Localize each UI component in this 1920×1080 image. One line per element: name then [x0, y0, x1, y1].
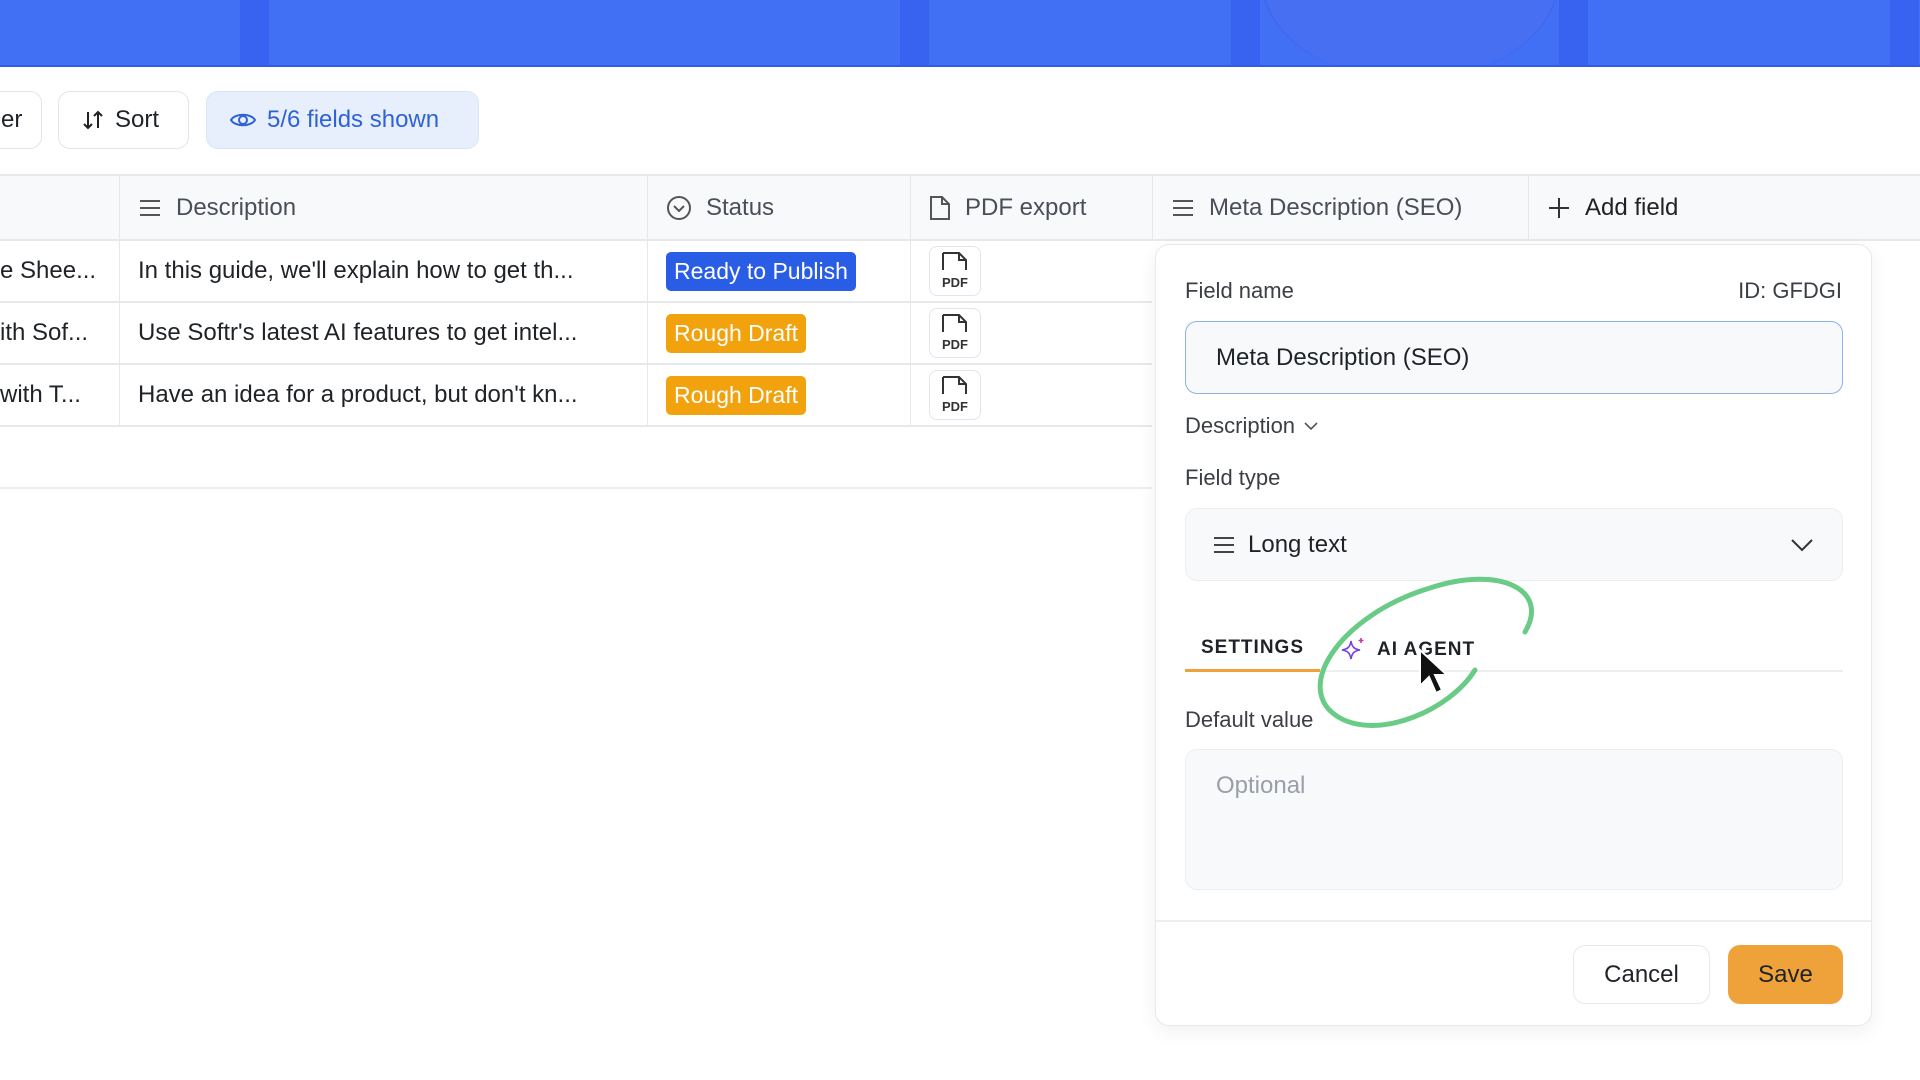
pdf-file-icon[interactable]: PDF: [929, 308, 981, 358]
sort-icon: [81, 108, 105, 132]
default-value-label: Default value: [1185, 707, 1313, 733]
column-label: Status: [706, 194, 774, 222]
column-label: Meta Description (SEO): [1209, 194, 1462, 222]
description-toggle-label: Description: [1185, 413, 1295, 439]
description-toggle[interactable]: Description: [1185, 413, 1319, 439]
save-button[interactable]: Save: [1728, 945, 1843, 1004]
table-header: Description Status PDF export Meta Descr…: [0, 174, 1920, 241]
pdf-file-icon[interactable]: PDF: [929, 246, 981, 296]
cancel-label: Cancel: [1604, 961, 1679, 989]
svg-text:PDF: PDF: [942, 399, 968, 414]
divider: [0, 487, 1152, 489]
table-row[interactable]: ith Sof... Use Softr's latest AI feature…: [0, 303, 1152, 365]
field-name-input[interactable]: Meta Description (SEO): [1185, 321, 1843, 394]
filter-label: er: [1, 106, 22, 134]
pdf-file-icon[interactable]: PDF: [929, 370, 981, 420]
sort-label: Sort: [115, 106, 159, 134]
table-row[interactable]: with T... Have an idea for a product, bu…: [0, 365, 1152, 427]
footer-divider: [1156, 920, 1871, 922]
svg-text:PDF: PDF: [942, 275, 968, 290]
table-row[interactable]: e Shee... In this guide, we'll explain h…: [0, 241, 1152, 303]
title-cell[interactable]: with T...: [0, 365, 119, 425]
cell-text: ith Sof...: [0, 319, 88, 347]
status-cell[interactable]: Ready to Publish: [647, 241, 910, 301]
status-icon: [666, 195, 692, 221]
cancel-button[interactable]: Cancel: [1573, 945, 1710, 1004]
default-value-textarea[interactable]: Optional: [1185, 749, 1843, 890]
cell-text: Have an idea for a product, but don't kn…: [138, 381, 578, 409]
sort-button[interactable]: Sort: [58, 91, 189, 149]
svg-text:PDF: PDF: [942, 337, 968, 352]
status-cell[interactable]: Rough Draft: [647, 365, 910, 425]
field-name-label: Field name: [1185, 278, 1294, 304]
save-label: Save: [1758, 961, 1813, 989]
column-header-meta-description[interactable]: Meta Description (SEO): [1152, 176, 1528, 239]
plus-icon: [1547, 196, 1571, 220]
long-text-icon: [1171, 198, 1195, 218]
column-header-status[interactable]: Status: [647, 176, 910, 239]
long-text-icon: [138, 198, 162, 218]
field-name-value: Meta Description (SEO): [1216, 344, 1469, 372]
cell-text: e Shee...: [0, 257, 96, 285]
description-cell[interactable]: Have an idea for a product, but don't kn…: [119, 365, 647, 425]
status-badge: Ready to Publish: [666, 252, 856, 291]
chevron-down-icon: [1790, 538, 1814, 552]
title-cell[interactable]: e Shee...: [0, 241, 119, 301]
eye-icon: [229, 108, 257, 132]
pdf-export-cell[interactable]: PDF: [910, 303, 1152, 363]
status-cell[interactable]: Rough Draft: [647, 303, 910, 363]
status-badge: Rough Draft: [666, 314, 806, 353]
file-icon: [929, 195, 951, 221]
pdf-export-cell[interactable]: PDF: [910, 365, 1152, 425]
chevron-down-icon: [1303, 421, 1319, 431]
top-banner: [0, 0, 1920, 67]
cell-text: Use Softr's latest AI features to get in…: [138, 319, 577, 347]
column-label: Add field: [1585, 194, 1678, 222]
field-id: ID: GFDGI: [1738, 278, 1842, 304]
title-cell[interactable]: ith Sof...: [0, 303, 119, 363]
filter-button[interactable]: er: [0, 91, 42, 149]
field-type-value: Long text: [1248, 531, 1347, 559]
status-badge: Rough Draft: [666, 376, 806, 415]
cell-text: In this guide, we'll explain how to get …: [138, 257, 574, 285]
default-value-placeholder: Optional: [1216, 772, 1305, 800]
description-cell[interactable]: In this guide, we'll explain how to get …: [119, 241, 647, 301]
add-field-button[interactable]: Add field: [1528, 176, 1920, 239]
column-label: PDF export: [965, 194, 1086, 222]
fields-shown-button[interactable]: 5/6 fields shown: [206, 91, 479, 149]
pdf-export-cell[interactable]: PDF: [910, 241, 1152, 301]
fields-shown-label: 5/6 fields shown: [267, 106, 439, 134]
description-cell[interactable]: Use Softr's latest AI features to get in…: [119, 303, 647, 363]
field-type-label: Field type: [1185, 465, 1280, 491]
column-label: Description: [176, 194, 296, 222]
column-header-description[interactable]: Description: [119, 176, 647, 239]
mouse-cursor-icon: [1418, 648, 1454, 696]
tab-label: SETTINGS: [1201, 637, 1304, 659]
cell-text: with T...: [0, 381, 81, 409]
column-header-pdf-export[interactable]: PDF export: [910, 176, 1152, 239]
long-text-icon: [1212, 535, 1236, 555]
